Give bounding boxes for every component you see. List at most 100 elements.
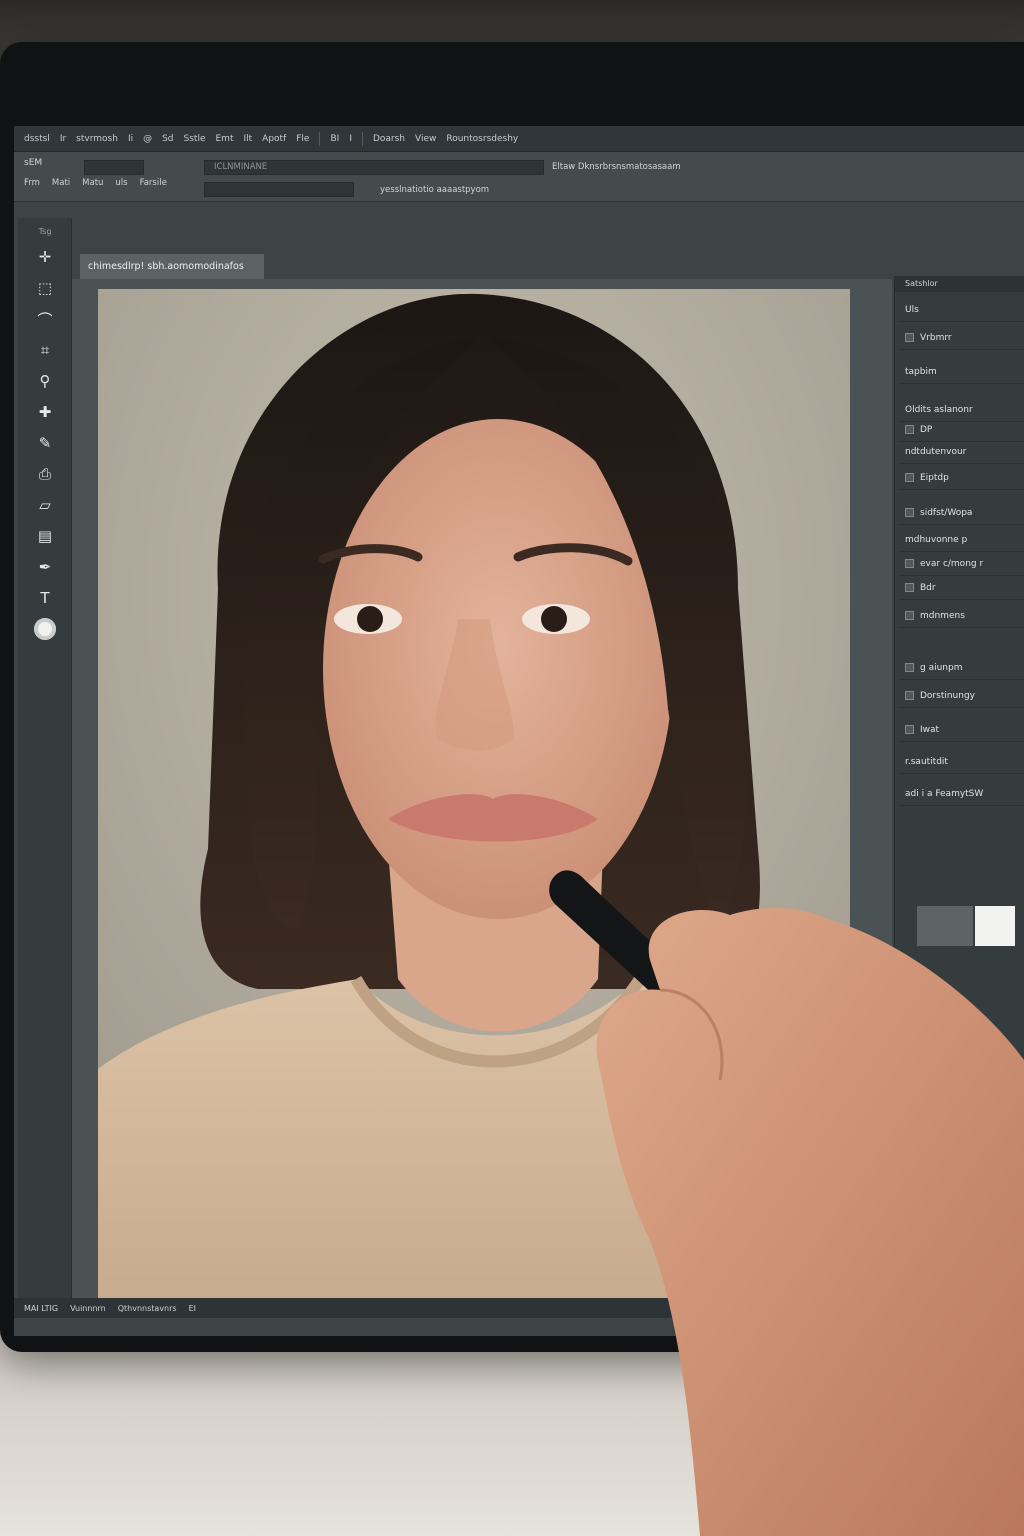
panel-row-label: sidfst/Wopa — [920, 507, 973, 518]
visibility-checkbox[interactable] — [905, 583, 914, 592]
menu-item[interactable]: Emt — [216, 134, 234, 144]
document-tab[interactable]: chimesdlrp! sbh.aomomodinafos — [80, 254, 264, 279]
menu-item[interactable]: @ — [143, 134, 152, 144]
menu-item[interactable]: dsstsl — [24, 134, 50, 144]
panel-row-label: evar c/mong r — [920, 558, 984, 569]
menu-item[interactable]: Apotf — [262, 134, 286, 144]
panel-row[interactable]: mdhuvonne p — [899, 528, 1024, 552]
lasso-tool-button[interactable]: ⌒ — [22, 306, 68, 332]
panel-row-label: Eiptdp — [920, 472, 949, 483]
menu-item[interactable]: I — [349, 134, 352, 144]
menu-item[interactable]: View — [415, 134, 436, 144]
panel-row-label: Bdr — [920, 582, 936, 593]
panel-row-label: r.sautitdit — [905, 756, 948, 767]
portrait-photo — [98, 289, 850, 1299]
panel-row-label: g aiunpm — [920, 662, 963, 673]
panel-row[interactable]: Iwat — [899, 718, 1024, 742]
menu-separator — [319, 131, 321, 146]
swatch-thumbnails — [917, 906, 1015, 946]
panel-row[interactable]: Dorstinungy — [899, 684, 1024, 708]
eyedropper-tool-icon: ⚲ — [39, 372, 51, 390]
tools-panel: Tsg ✛ ⬚ ⌒ ⌗ ⚲ ✚ ✎ ⎙ ▱ ▤ ✒ T — [18, 218, 72, 1298]
options-tab[interactable]: Matu — [82, 178, 103, 188]
panel-row-label: Vrbmrr — [920, 332, 952, 343]
menu-item[interactable]: Sstle — [184, 134, 206, 144]
menu-item[interactable]: Sd — [162, 134, 173, 144]
menu-item[interactable]: Fle — [296, 134, 309, 144]
panel-row[interactable]: ndtdutenvour — [899, 440, 1024, 464]
pen-tool-button[interactable]: ✒ — [22, 554, 68, 580]
text-tool-icon: T — [40, 589, 50, 607]
move-tool-button[interactable]: ✛ — [22, 244, 68, 270]
menu-item[interactable]: Ii — [128, 134, 133, 144]
visibility-checkbox[interactable] — [905, 559, 914, 568]
marquee-tool-button[interactable]: ⬚ — [22, 275, 68, 301]
status-item: Vuinnnrn — [70, 1303, 106, 1313]
gradient-tool-button[interactable]: ▤ — [22, 523, 68, 549]
panel-row[interactable]: r.sautitdit — [899, 750, 1024, 774]
thumbnail-light[interactable] — [975, 906, 1015, 946]
panel-row-label: Dorstinungy — [920, 690, 976, 701]
color-swatch-button[interactable] — [22, 616, 68, 642]
visibility-checkbox[interactable] — [905, 725, 914, 734]
menu-item[interactable]: Doarsh — [373, 134, 405, 144]
text-tool-button[interactable]: T — [22, 585, 68, 611]
panel-row[interactable]: adi i a FeamytSW — [899, 782, 1024, 806]
menu-item[interactable]: Ir — [60, 134, 66, 144]
visibility-checkbox[interactable] — [905, 425, 914, 434]
option-field[interactable] — [84, 160, 144, 175]
visibility-checkbox[interactable] — [905, 691, 914, 700]
status-item: MAI LTIG — [24, 1303, 59, 1313]
menu-item[interactable]: BI — [330, 134, 339, 144]
move-tool-icon: ✛ — [38, 248, 52, 266]
layers-panel: Satshlor Uls Vrbmrr tapbim Oldits aslanonr D… — [894, 276, 1024, 1298]
panel-header: Satshlor — [895, 276, 1024, 292]
visibility-checkbox[interactable] — [905, 508, 914, 517]
options-tab[interactable]: Frm — [24, 178, 40, 188]
option-field-small[interactable] — [204, 182, 354, 197]
visibility-checkbox[interactable] — [905, 333, 914, 342]
canvas-area — [72, 279, 892, 1299]
panel-row[interactable]: g aiunpm — [899, 656, 1024, 680]
panel-row[interactable]: DP — [899, 418, 1024, 442]
pen-tool-icon: ✒ — [38, 558, 52, 576]
brush-tool-icon: ✎ — [38, 434, 52, 452]
visibility-checkbox[interactable] — [905, 663, 914, 672]
panel-row[interactable]: tapbim — [899, 360, 1024, 384]
thumbnail-dark[interactable] — [917, 906, 973, 946]
options-tab[interactable]: Farsile — [140, 178, 167, 188]
panel-row-label: Oldits aslanonr — [905, 404, 973, 415]
brush-tool-button[interactable]: ✎ — [22, 430, 68, 456]
menu-item[interactable]: stvrmosh — [76, 134, 118, 144]
panel-row[interactable]: sidfst/Wopa — [899, 501, 1024, 525]
eraser-tool-icon: ▱ — [39, 496, 51, 514]
eyedropper-tool-button[interactable]: ⚲ — [22, 368, 68, 394]
menu-item[interactable]: Rountosrsdeshy — [446, 134, 518, 144]
panel-row-label: mdhuvonne p — [905, 534, 968, 545]
crop-tool-button[interactable]: ⌗ — [22, 337, 68, 363]
visibility-checkbox[interactable] — [905, 611, 914, 620]
image-canvas[interactable] — [98, 289, 850, 1299]
panel-row[interactable]: mdnmens — [899, 604, 1024, 628]
panel-row[interactable]: Eiptdp — [899, 466, 1024, 490]
eraser-tool-button[interactable]: ▱ — [22, 492, 68, 518]
panel-row[interactable]: Vrbmrr — [899, 326, 1024, 350]
options-tab[interactable]: uls — [115, 178, 127, 188]
lasso-tool-icon: ⌒ — [37, 310, 53, 329]
status-bar: MAI LTIG Vuinnnrn Qthvnnstavnrs EI — [14, 1298, 1024, 1318]
visibility-checkbox[interactable] — [905, 473, 914, 482]
stamp-tool-button[interactable]: ⎙ — [22, 461, 68, 487]
healing-tool-button[interactable]: ✚ — [22, 399, 68, 425]
menu-item[interactable]: Ilt — [243, 134, 252, 144]
options-field-text-2: yesslnatiotio aaaastpyom — [380, 185, 490, 195]
panel-row-label: ndtdutenvour — [905, 446, 967, 457]
panel-row-label: Uls — [905, 304, 919, 315]
panel-row[interactable]: Uls — [899, 298, 1024, 322]
tools-header: Tsg — [38, 226, 52, 236]
panel-row-label: tapbim — [905, 366, 937, 377]
options-field-text: Eltaw Dknsrbrsnsmatosasaam — [552, 162, 681, 172]
panel-row[interactable]: evar c/mong r — [899, 552, 1024, 576]
options-tab[interactable]: Mati — [52, 178, 70, 188]
options-bar: sEM Frm Mati Matu uls Farsile ICLNMINANE Elt… — [14, 152, 1024, 202]
panel-row[interactable]: Bdr — [899, 576, 1024, 600]
